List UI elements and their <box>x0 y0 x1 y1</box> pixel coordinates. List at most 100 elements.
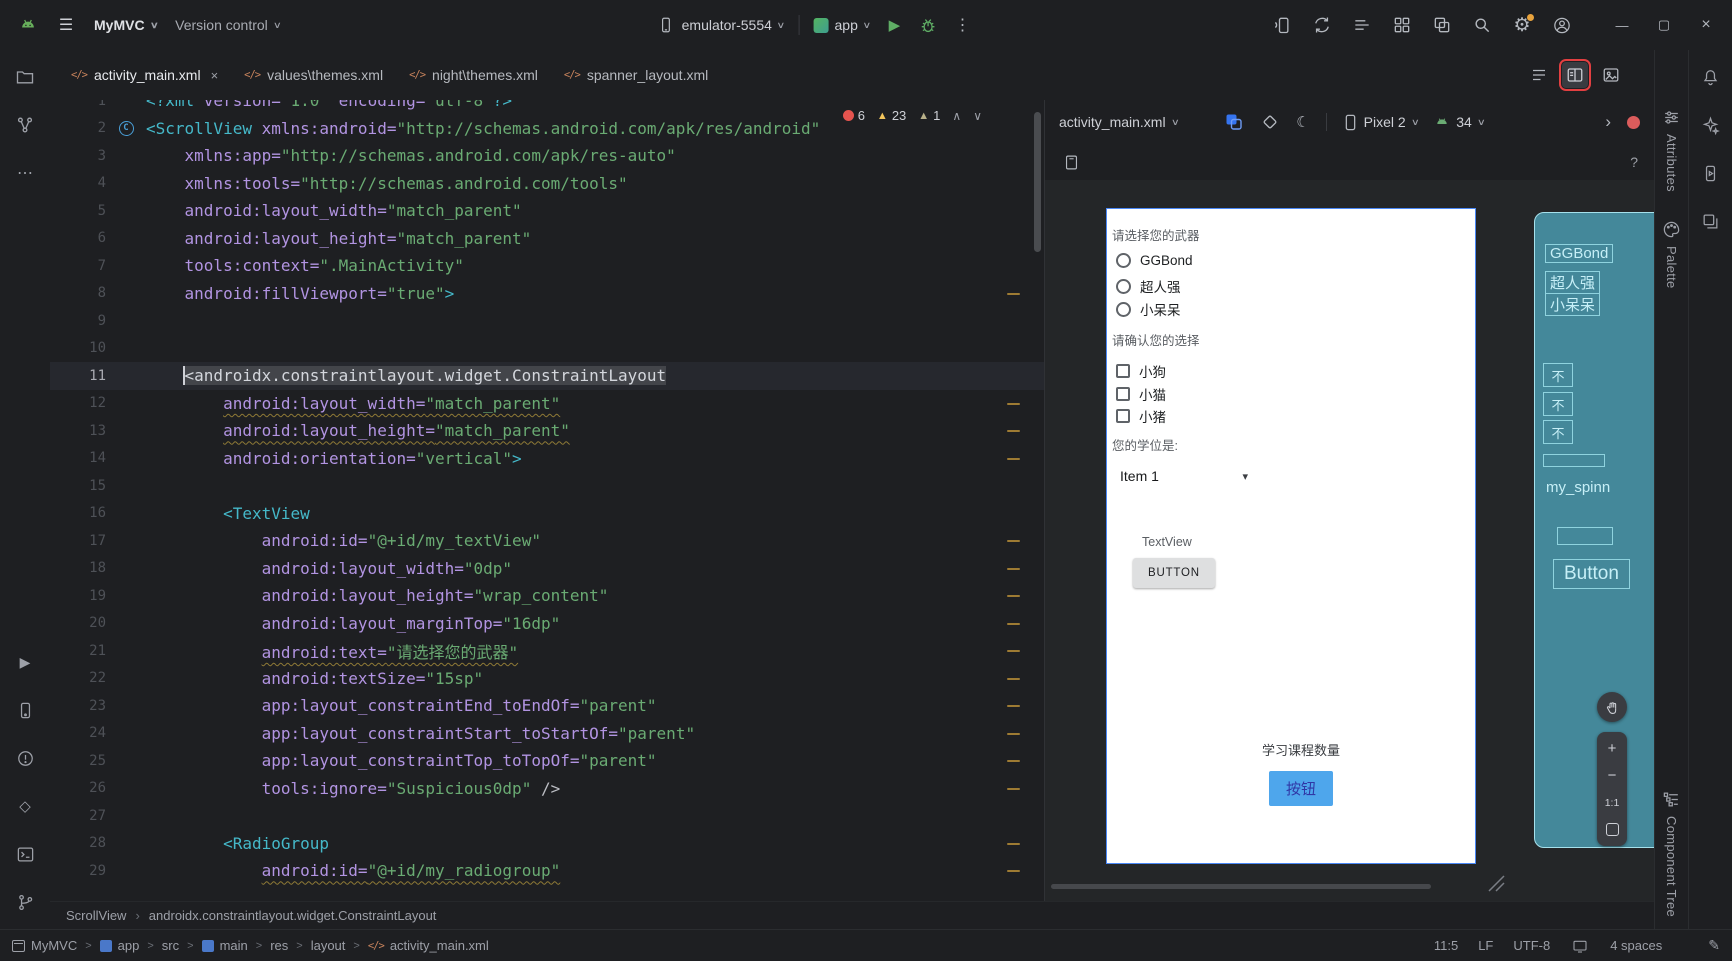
maximize-button[interactable]: ▢ <box>1648 17 1680 33</box>
code-line[interactable]: 11 <androidx.constraintlayout.widget.Con… <box>50 362 1044 390</box>
status-path-main[interactable]: main <box>201 938 248 953</box>
status-path-file[interactable]: </> activity_main.xml <box>368 938 489 953</box>
code-line[interactable]: 10 <box>50 335 1044 363</box>
code-line[interactable]: 15 <box>50 472 1044 500</box>
more-actions-icon[interactable]: ⋮ <box>952 15 972 35</box>
help-icon[interactable]: ? <box>1630 154 1638 170</box>
breadcrumb-scrollview[interactable]: ScrollView <box>66 908 126 923</box>
code-line[interactable]: 19 android:layout_height="wrap_content" <box>50 582 1044 610</box>
status-path-app[interactable]: app <box>99 938 139 953</box>
code-line[interactable]: 8 android:fillViewport="true"> <box>50 280 1044 308</box>
code-line[interactable]: 7 tools:context=".MainActivity" <box>50 252 1044 280</box>
code-line[interactable]: 28 <RadioGroup <box>50 830 1044 858</box>
cursor-position[interactable]: 11:5 <box>1434 938 1458 953</box>
api-level-picker[interactable]: 34 ∨ <box>1434 114 1486 130</box>
component-tree-tool-tab[interactable]: Component Tree <box>1662 790 1681 917</box>
error-count[interactable]: 6 <box>842 108 865 123</box>
split-mode-button[interactable] <box>1559 59 1591 91</box>
layout-inspector-icon[interactable] <box>1432 15 1452 35</box>
more-tool-windows-icon[interactable]: ⋯ <box>14 162 36 184</box>
plugins-icon[interactable] <box>1392 15 1412 35</box>
code-line[interactable]: 23 app:layout_constraintEnd_toEndOf="par… <box>50 692 1044 720</box>
code-line[interactable]: 12 android:layout_width="match_parent" <box>50 390 1044 418</box>
running-devices-icon[interactable] <box>1700 162 1722 184</box>
search-everywhere-icon[interactable] <box>1472 15 1492 35</box>
spinner-widget[interactable]: Item 1 ▾ <box>1120 468 1248 484</box>
code-line[interactable]: 21 android:text="请选择您的武器" <box>50 637 1044 665</box>
structure-tool-icon[interactable] <box>14 114 36 136</box>
system-ui-toggle-icon[interactable] <box>1061 152 1081 172</box>
code-editor[interactable]: 1 <?xml version="1.0" encoding="utf-8"?> 2… <box>50 100 1044 901</box>
build-variants-icon[interactable] <box>1352 15 1372 35</box>
run-tool-icon[interactable]: ▶ <box>14 651 36 673</box>
canvas-horizontal-scrollbar[interactable] <box>1051 884 1431 889</box>
write-access-icon[interactable]: ✎ <box>1708 937 1720 954</box>
status-path-project[interactable]: MyMVC <box>12 938 77 953</box>
tab-activity-main-xml[interactable]: </> activity_main.xml × <box>58 50 231 100</box>
screen-reader-icon[interactable] <box>1570 936 1590 956</box>
run-button[interactable]: ▶ <box>884 15 904 35</box>
notifications-bell-icon[interactable] <box>1700 66 1722 88</box>
night-mode-icon[interactable]: ☾ <box>1296 113 1309 131</box>
tab-close-icon[interactable]: × <box>211 68 219 83</box>
close-button[interactable]: × <box>1690 16 1722 34</box>
line-separator-widget[interactable]: LF <box>1478 938 1493 953</box>
radio-option-chaorenqiang[interactable]: 超人强 <box>1116 276 1181 296</box>
layout-preview[interactable]: 请选择您的武器 GGBond 超人强 小呆呆 请确认您的选择 小狗 小猫 小猪 … <box>1106 208 1476 864</box>
check-option-xiaomao[interactable]: 小猫 <box>1116 384 1166 404</box>
code-line[interactable]: 26 tools:ignore="Suspicious0dp" /> <box>50 775 1044 803</box>
code-line[interactable]: 16 <TextView <box>50 500 1044 528</box>
code-line[interactable]: 3 xmlns:app="http://schemas.android.com/… <box>50 142 1044 170</box>
canvas-resize-gripper[interactable] <box>1485 872 1505 892</box>
device-picker[interactable]: Pixel 2 ∨ <box>1343 114 1419 131</box>
status-path-src[interactable]: src <box>162 938 179 953</box>
editor-scrollbar[interactable] <box>1034 112 1041 252</box>
zoom-to-fit-button[interactable] <box>1597 816 1627 843</box>
code-line[interactable]: 22 android:textSize="15sp" <box>50 665 1044 693</box>
inspections-widget[interactable]: 6 ▲ 23 ▲ 1 ∧ ∨ <box>842 108 982 123</box>
warning-count[interactable]: ▲ 23 <box>877 108 906 123</box>
device-manager-tool-icon[interactable] <box>14 699 36 721</box>
design-mode-button[interactable] <box>1598 62 1624 88</box>
next-problem-icon[interactable]: ∨ <box>973 109 982 123</box>
radio-option-ggbond[interactable]: GGBond <box>1116 253 1193 268</box>
settings-gear-icon[interactable]: ⚙ <box>1512 14 1534 35</box>
zoom-out-button[interactable]: − <box>1597 762 1627 789</box>
sync-project-icon[interactable] <box>1312 15 1332 35</box>
weak-warning-count[interactable]: ▲ 1 <box>918 108 940 123</box>
code-line[interactable]: 13 android:layout_height="match_parent" <box>50 417 1044 445</box>
run-configuration-selector[interactable]: app ∨ <box>813 17 872 33</box>
breadcrumb-constraintlayout[interactable]: androidx.constraintlayout.widget.Constra… <box>149 908 437 923</box>
tab-spanner-layout-xml[interactable]: </> spanner_layout.xml <box>551 50 721 100</box>
tab-night-themes-xml[interactable]: </> night\themes.xml <box>396 50 551 100</box>
design-file-selector[interactable]: activity_main.xml ∨ <box>1059 114 1179 130</box>
code-line[interactable]: 29 android:id="@+id/my_radiogroup" <box>50 857 1044 885</box>
status-path-res[interactable]: res <box>270 938 288 953</box>
zoom-ratio-button[interactable]: 1:1 <box>1597 789 1627 816</box>
zoom-in-button[interactable]: + <box>1597 735 1627 762</box>
problems-tool-icon[interactable] <box>14 747 36 769</box>
minimize-button[interactable]: — <box>1606 18 1638 33</box>
debug-button[interactable] <box>918 15 938 35</box>
design-canvas[interactable]: 请选择您的武器 GGBond 超人强 小呆呆 请确认您的选择 小狗 小猫 小猪 … <box>1045 180 1654 901</box>
status-path-layout[interactable]: layout <box>311 938 346 953</box>
code-line[interactable]: 9 <box>50 307 1044 335</box>
code-line[interactable]: 6 android:layout_height="match_parent" <box>50 225 1044 253</box>
account-avatar-icon[interactable] <box>1552 15 1572 35</box>
terminal-tool-icon[interactable] <box>14 843 36 865</box>
check-option-xiaogou[interactable]: 小狗 <box>1116 361 1166 381</box>
code-line[interactable]: 14 android:orientation="vertical"> <box>50 445 1044 473</box>
palette-tool-tab[interactable]: Palette <box>1662 220 1681 289</box>
app-quality-insights-icon[interactable]: ◇ <box>14 795 36 817</box>
attributes-tool-tab[interactable]: Attributes <box>1662 108 1681 192</box>
design-surface-icon[interactable] <box>1224 112 1244 132</box>
previous-problem-icon[interactable]: ∧ <box>952 109 961 123</box>
ai-assistant-icon[interactable] <box>1700 114 1722 136</box>
pan-tool-button[interactable] <box>1597 692 1627 722</box>
code-line[interactable]: 17 android:id="@+id/my_textView" <box>50 527 1044 555</box>
render-errors-icon[interactable] <box>1627 115 1640 129</box>
indent-widget[interactable]: 4 spaces <box>1610 938 1662 953</box>
blueprint-preview[interactable]: GGBond 超人强 小呆呆 不 不 不 my_spinn Button <box>1534 212 1654 848</box>
project-selector[interactable]: MyMVC ∨ <box>94 17 158 33</box>
radio-option-xiaodaidai[interactable]: 小呆呆 <box>1116 299 1181 319</box>
